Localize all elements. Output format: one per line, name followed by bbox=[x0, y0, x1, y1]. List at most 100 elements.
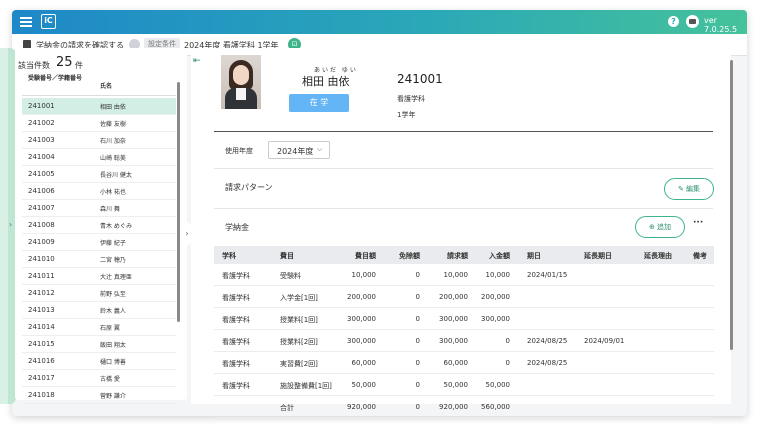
fee-table-cell: 0 bbox=[505, 337, 510, 345]
student-row-id: 241017 bbox=[28, 374, 55, 382]
student-row-id: 241010 bbox=[28, 255, 55, 263]
student-row-id: 241009 bbox=[28, 238, 55, 246]
fee-table-cell: 0 bbox=[415, 337, 420, 345]
fee-table-cell: 50,000 bbox=[485, 381, 511, 389]
fee-column-header: 学科 bbox=[222, 252, 236, 260]
student-row-name: 相田 由依 bbox=[100, 104, 126, 111]
fee-table-cell: 0 bbox=[415, 403, 420, 411]
fee-column-header: 延長理由 bbox=[644, 252, 672, 260]
fee-table-cell: 200,000 bbox=[347, 293, 376, 301]
result-count: 25 bbox=[56, 55, 73, 70]
student-list-row[interactable]: 241013 鈴木 義人 bbox=[22, 302, 176, 319]
column-header-id[interactable]: 受験番号／学籍番号 bbox=[28, 75, 90, 83]
student-row-id: 241014 bbox=[28, 323, 55, 331]
student-list-row[interactable]: 241011 大辻 真理亜 bbox=[22, 268, 176, 285]
student-list-row[interactable]: 241015 飯田 翔太 bbox=[22, 336, 176, 353]
year-select[interactable]: 2024年度 ⌵ bbox=[268, 141, 330, 159]
fee-table-cell: 0 bbox=[505, 359, 510, 367]
fee-table-cell: 2024/01/15 bbox=[527, 271, 568, 279]
student-list-row[interactable]: 241005 長谷川 健太 bbox=[22, 166, 176, 183]
student-list-row[interactable]: 241014 石原 翼 bbox=[22, 319, 176, 336]
student-row-name: 大辻 真理亜 bbox=[100, 274, 132, 281]
column-header-name[interactable]: 氏名 bbox=[100, 81, 112, 90]
add-button[interactable]: ⊕ 追加 bbox=[635, 216, 685, 238]
fee-column-header: 期日 bbox=[527, 252, 541, 260]
fee-table-cell: 560,000 bbox=[481, 403, 510, 411]
student-list-row[interactable]: 241006 小林 祐也 bbox=[22, 183, 176, 200]
student-row-name: 前野 弘至 bbox=[100, 291, 126, 298]
fee-table-cell: 看護学科 bbox=[222, 338, 250, 346]
student-list-row[interactable]: 241008 青木 めぐみ bbox=[22, 217, 176, 234]
student-row-name: 石川 加奈 bbox=[100, 138, 126, 145]
fee-table-cell: 授業料[1回] bbox=[280, 316, 318, 324]
fee-table-cell: 0 bbox=[415, 293, 420, 301]
fee-table-cell: 60,000 bbox=[351, 359, 377, 367]
fee-table-row[interactable]: 看護学科 受験料 10,000 0 10,000 10,000 2024/01/15 bbox=[214, 264, 714, 286]
divider bbox=[214, 131, 713, 132]
back-arrow-icon[interactable]: ⇤ bbox=[193, 56, 201, 66]
version-label: ver 7.0.25.5 bbox=[704, 16, 738, 34]
billing-pattern-label: 請求パターン bbox=[225, 183, 273, 192]
student-row-id: 241016 bbox=[28, 357, 55, 365]
fee-table-row[interactable]: 看護学科 授業料[2回] 300,000 0 300,000 0 2024/08/25 202… bbox=[214, 330, 714, 352]
list-scrollbar[interactable] bbox=[177, 82, 180, 322]
student-row-name: 鈴木 義人 bbox=[100, 308, 126, 315]
student-list-row[interactable]: 241002 佐藤 友樹 bbox=[22, 115, 176, 132]
student-row-name: 石原 翼 bbox=[100, 325, 120, 332]
fee-table-header: 学科 費目 費目額 免除額 請求額 入金額 期日 延長期日 延長理由 備考 bbox=[214, 246, 714, 264]
student-list-row[interactable]: 241010 二宮 穂乃 bbox=[22, 251, 176, 268]
fee-table-cell: 60,000 bbox=[443, 359, 469, 367]
student-row-id: 241002 bbox=[28, 119, 55, 127]
fee-table-cell: 200,000 bbox=[481, 293, 510, 301]
fee-table-cell: 50,000 bbox=[443, 381, 469, 389]
student-list-row[interactable]: 241009 伊藤 紀子 bbox=[22, 234, 176, 251]
edit-button-label: 編集 bbox=[686, 185, 701, 193]
student-name: 相田 由依 bbox=[302, 75, 350, 88]
count-unit: 件 bbox=[75, 61, 83, 70]
chevron-down-icon: ⌵ bbox=[317, 145, 323, 153]
student-department: 看護学科 bbox=[397, 95, 425, 103]
fee-table-cell: 2024/08/25 bbox=[527, 359, 568, 367]
fee-table-cell: 300,000 bbox=[481, 315, 510, 323]
hamburger-menu-icon[interactable] bbox=[20, 15, 32, 29]
student-list-row[interactable]: 241018 菅野 謙介 bbox=[22, 387, 176, 404]
message-icon[interactable] bbox=[686, 15, 699, 28]
divider bbox=[214, 168, 713, 169]
expand-panel-icon[interactable]: › bbox=[9, 220, 12, 229]
student-row-name: 樋口 博善 bbox=[100, 359, 126, 366]
fee-table-row[interactable]: 看護学科 授業料[1回] 300,000 0 300,000 300,000 bbox=[214, 308, 714, 330]
student-list-row[interactable]: 241004 山崎 聡美 bbox=[22, 149, 176, 166]
fee-column-header: 入金額 bbox=[489, 252, 510, 260]
fee-table-row[interactable]: 合計 920,000 0 920,000 560,000 bbox=[214, 396, 714, 418]
help-icon[interactable]: ? bbox=[668, 16, 679, 27]
student-list-row[interactable]: 241003 石川 加奈 bbox=[22, 132, 176, 149]
fee-table-row[interactable]: 看護学科 実習費[2回] 60,000 0 60,000 0 2024/08/25 bbox=[214, 352, 714, 374]
fee-table-cell: 施設整備費[1回] bbox=[280, 382, 332, 390]
student-row-id: 241004 bbox=[28, 153, 55, 161]
student-list-row[interactable]: 241012 前野 弘至 bbox=[22, 285, 176, 302]
fee-table-cell: 実習費[2回] bbox=[280, 360, 318, 368]
detail-scrollbar[interactable] bbox=[730, 60, 733, 350]
student-list-row[interactable]: 241001 相田 由依 bbox=[22, 98, 176, 115]
edit-button[interactable]: ✎ 編集 bbox=[664, 178, 714, 200]
student-row-id: 241001 bbox=[28, 102, 55, 110]
student-row-id: 241011 bbox=[28, 272, 55, 280]
fee-table-row[interactable]: 看護学科 入学金[1回] 200,000 0 200,000 200,000 bbox=[214, 286, 714, 308]
student-id: 241001 bbox=[397, 72, 443, 86]
student-list-row[interactable]: 241017 古橋 愛 bbox=[22, 370, 176, 387]
side-accent bbox=[0, 48, 8, 404]
app-logo[interactable]: iC bbox=[41, 14, 56, 29]
fee-table-row[interactable]: 看護学科 施設整備費[1回] 50,000 0 50,000 50,000 bbox=[214, 374, 714, 396]
fee-table-cell: 0 bbox=[415, 381, 420, 389]
fee-table-cell: 看護学科 bbox=[222, 382, 250, 390]
student-list-row[interactable]: 241016 樋口 博善 bbox=[22, 353, 176, 370]
student-row-id: 241003 bbox=[28, 136, 55, 144]
fee-table-cell: 300,000 bbox=[439, 315, 468, 323]
top-bar: iC ? ver 7.0.25.5 bbox=[12, 10, 747, 34]
student-row-id: 241008 bbox=[28, 221, 55, 229]
fee-table-cell: 2024/08/25 bbox=[527, 337, 568, 345]
more-options-icon[interactable]: ··· bbox=[693, 218, 703, 228]
student-list-row[interactable]: 241007 森川 舞 bbox=[22, 200, 176, 217]
student-row-name: 山崎 聡美 bbox=[100, 155, 126, 162]
student-row-id: 241007 bbox=[28, 204, 55, 212]
